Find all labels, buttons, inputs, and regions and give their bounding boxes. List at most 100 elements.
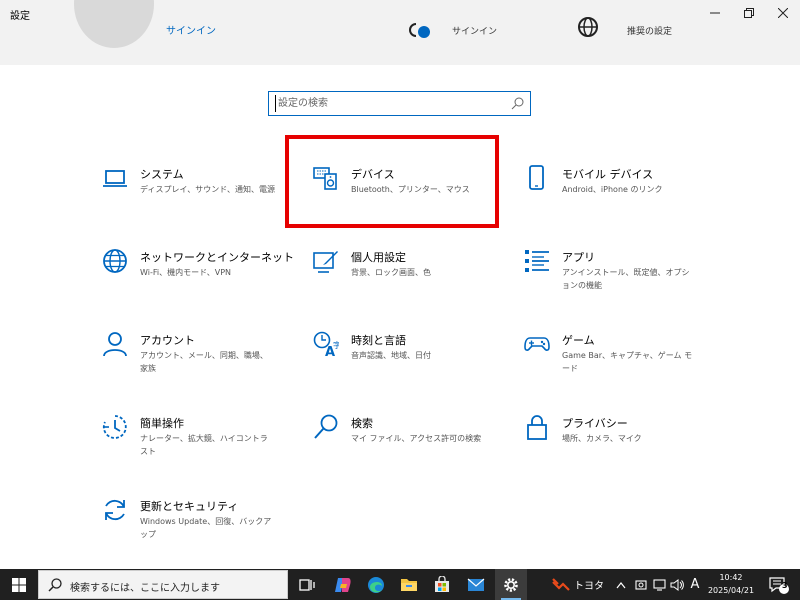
network-button[interactable] <box>650 569 668 600</box>
close-icon <box>778 8 788 18</box>
search-icon <box>511 97 524 110</box>
category-title: システム <box>140 168 184 181</box>
globe-icon <box>103 249 127 273</box>
category-title: 更新とセキュリティ <box>140 500 239 513</box>
phone-icon <box>529 165 544 190</box>
minimize-button[interactable] <box>698 0 732 26</box>
mail-icon <box>467 578 485 591</box>
gear-icon <box>504 577 518 592</box>
person-icon <box>103 332 127 357</box>
category-mobile-devices[interactable]: モバイル デバイス Android、iPhone のリンク <box>524 165 704 225</box>
windows-logo-icon <box>12 577 26 592</box>
store-icon <box>435 575 449 592</box>
clock-time: 10:42 <box>719 573 743 582</box>
svg-text:字: 字 <box>333 340 339 350</box>
globe-icon <box>578 17 598 37</box>
show-hidden-icons-button[interactable] <box>612 569 630 600</box>
time-language-icon: A 字 <box>313 331 339 357</box>
category-title: 個人用設定 <box>351 251 406 264</box>
camera-icon <box>635 579 647 590</box>
file-explorer-button[interactable] <box>393 569 425 600</box>
stock-trend-icon <box>552 578 570 591</box>
category-title: アプリ <box>562 251 595 264</box>
task-view-icon <box>299 578 315 591</box>
category-title: 簡単操作 <box>140 417 184 430</box>
category-title: ゲーム <box>562 334 595 347</box>
settings-search-box[interactable] <box>268 91 531 116</box>
close-button[interactable] <box>766 0 800 26</box>
category-title: プライバシー <box>562 417 628 430</box>
category-desc: ディスプレイ、サウンド、通知、電源 <box>140 185 275 194</box>
notification-center-button[interactable]: 3 <box>764 569 794 600</box>
task-view-button[interactable] <box>291 569 323 600</box>
category-desc: 背景、ロック画面、色 <box>351 268 431 277</box>
category-title: アカウント <box>140 334 195 347</box>
lock-icon <box>527 415 547 440</box>
signin-text[interactable]: サインイン <box>452 24 497 37</box>
category-apps[interactable]: アプリ アンインストール、既定値、オプションの機能 <box>524 248 704 308</box>
network-icon <box>652 578 666 591</box>
volume-button[interactable] <box>668 569 686 600</box>
search-icon <box>48 578 62 592</box>
category-personalization[interactable]: 個人用設定 背景、ロック画面、色 <box>313 248 493 308</box>
restore-button[interactable] <box>732 0 766 26</box>
category-title: 検索 <box>351 417 373 430</box>
category-network[interactable]: ネットワークとインターネット Wi-Fi、機内モード、VPN <box>102 248 294 308</box>
settings-search-input[interactable] <box>275 95 505 112</box>
highlight-box <box>285 135 499 228</box>
gamepad-icon <box>524 337 550 351</box>
apps-list-icon <box>525 250 549 272</box>
edge-button[interactable] <box>360 569 392 600</box>
laptop-icon <box>103 170 127 187</box>
restore-icon <box>744 8 754 18</box>
copilot-icon <box>335 577 351 592</box>
category-title: 時刻と言語 <box>351 334 406 347</box>
category-desc: Windows Update、回復、バックアップ <box>140 517 272 539</box>
category-desc: ナレーター、拡大鏡、ハイコントラスト <box>140 434 268 456</box>
clock[interactable]: 10:42 2025/04/21 <box>706 571 756 597</box>
chevron-up-icon <box>616 581 626 588</box>
search-icon <box>314 414 338 439</box>
speaker-icon <box>670 578 684 591</box>
mail-button[interactable] <box>460 569 492 600</box>
taskbar-search-text: 検索するには、ここに入力します <box>70 583 220 594</box>
category-desc: 場所、カメラ、マイク <box>562 434 642 443</box>
notification-count: 3 <box>782 581 788 590</box>
category-title: ネットワークとインターネット <box>140 251 294 264</box>
category-gaming[interactable]: ゲーム Game Bar、キャプチャ、ゲーム モード <box>524 331 704 391</box>
folder-icon <box>401 578 417 591</box>
minimize-icon <box>710 12 720 14</box>
taskbar: 検索するには、ここに入力します トヨタ A 10:42 2025/04/21 3 <box>0 569 800 600</box>
window-title: 設定 <box>10 11 30 22</box>
category-desc: 音声認識、地域、日付 <box>351 351 431 360</box>
category-system[interactable]: システム ディスプレイ、サウンド、通知、電源 <box>102 165 282 225</box>
paint-brush-icon <box>313 251 338 273</box>
taskbar-search[interactable]: 検索するには、ここに入力します <box>38 570 288 599</box>
refresh-icon <box>105 499 125 521</box>
clock-date: 2025/04/21 <box>707 586 755 595</box>
window-controls <box>698 0 800 26</box>
store-button[interactable] <box>426 569 458 600</box>
category-desc: Wi-Fi、機内モード、VPN <box>140 268 232 277</box>
ease-of-access-icon <box>102 415 127 439</box>
tray-camera-button[interactable] <box>632 569 650 600</box>
category-search[interactable]: 検索 マイ ファイル、アクセス許可の検索 <box>313 414 493 474</box>
category-accounts[interactable]: アカウント アカウント、メール、同期、職場、家族 <box>102 331 282 391</box>
category-desc: アンインストール、既定値、オプションの機能 <box>562 268 690 290</box>
category-desc: Game Bar、キャプチャ、ゲーム モード <box>562 351 693 373</box>
category-desc: アカウント、メール、同期、職場、家族 <box>140 351 268 373</box>
category-update-security[interactable]: 更新とセキュリティ Windows Update、回復、バックアップ <box>102 497 282 557</box>
edge-icon <box>368 576 384 593</box>
category-ease-of-access[interactable]: 簡単操作 ナレーター、拡大鏡、ハイコントラスト <box>102 414 282 474</box>
category-desc: マイ ファイル、アクセス許可の検索 <box>351 434 482 443</box>
category-desc: Android、iPhone のリンク <box>562 185 663 194</box>
settings-taskbar-button[interactable] <box>495 569 527 600</box>
ime-indicator[interactable]: A <box>687 569 703 600</box>
recommended-settings-text[interactable]: 推奨の設定 <box>627 24 672 37</box>
category-privacy[interactable]: プライバシー 場所、カメラ、マイク <box>524 414 704 474</box>
stock-widget-text[interactable]: トヨタ <box>574 577 604 592</box>
category-time-language[interactable]: A 字 時刻と言語 音声認識、地域、日付 <box>313 331 493 391</box>
start-button[interactable] <box>0 569 38 600</box>
signin-link[interactable]: サインイン <box>166 22 216 37</box>
copilot-button[interactable] <box>327 569 359 600</box>
